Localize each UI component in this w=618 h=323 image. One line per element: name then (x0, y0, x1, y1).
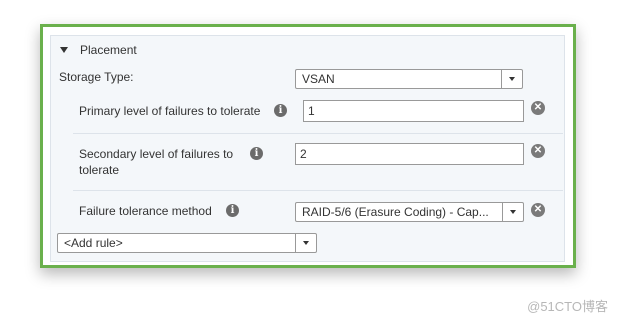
chevron-down-icon (510, 210, 516, 214)
primary-failures-label: Primary level of failures to tolerate (79, 104, 261, 118)
highlight-frame: Placement Storage Type: VSAN Primary lev… (40, 24, 576, 268)
watermark: @51CTO博客 (527, 299, 608, 314)
info-icon[interactable]: i (274, 104, 287, 117)
failure-tolerance-method-value: RAID-5/6 (Erasure Coding) - Cap... (302, 205, 489, 219)
primary-failures-input[interactable]: 1 (303, 100, 524, 122)
collapse-triangle-icon (60, 47, 68, 53)
failure-tolerance-method-dropdown[interactable]: RAID-5/6 (Erasure Coding) - Cap... (295, 202, 524, 222)
storage-type-value: VSAN (302, 72, 335, 86)
storage-type-dropdown[interactable]: VSAN (295, 69, 523, 89)
secondary-failures-label: Secondary level of failures to (79, 147, 234, 161)
info-icon[interactable]: i (250, 147, 263, 160)
remove-rule-icon[interactable]: ✕ (531, 144, 545, 158)
storage-type-dropdown-arrow[interactable] (501, 70, 522, 88)
section-title: Placement (80, 43, 137, 57)
failure-tolerance-method-label: Failure tolerance method (79, 204, 212, 218)
remove-rule-icon[interactable]: ✕ (531, 101, 545, 115)
failure-tolerance-dropdown-arrow[interactable] (502, 203, 523, 221)
storage-type-label: Storage Type: (59, 70, 134, 84)
placement-panel: Placement Storage Type: VSAN Primary lev… (50, 35, 565, 262)
secondary-failures-input[interactable]: 2 (295, 143, 524, 165)
chevron-down-icon (509, 77, 515, 81)
rule-divider (73, 133, 563, 134)
placement-section-toggle[interactable]: Placement (60, 42, 137, 58)
info-icon[interactable]: i (226, 204, 239, 217)
chevron-down-icon (303, 241, 309, 245)
secondary-failures-label-line2: tolerate (79, 163, 120, 177)
add-rule-value: <Add rule> (64, 236, 123, 250)
remove-rule-icon[interactable]: ✕ (531, 203, 545, 217)
add-rule-dropdown[interactable]: <Add rule> (57, 233, 317, 253)
add-rule-dropdown-arrow[interactable] (295, 234, 316, 252)
rule-divider (73, 190, 563, 191)
